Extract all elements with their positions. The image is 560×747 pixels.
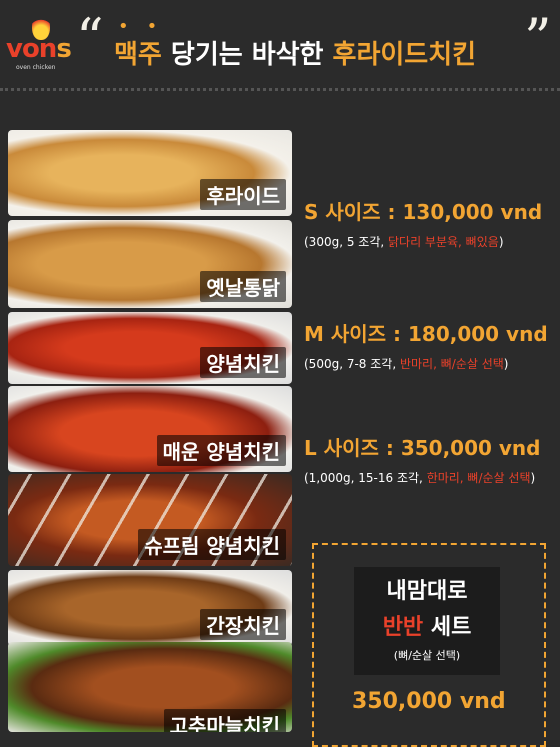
set-card: 내맘대로 반반 세트 (뼈/순살 선택) <box>354 567 500 675</box>
dotted-divider <box>0 88 560 91</box>
menu-item-label: 간장치킨 <box>200 609 286 640</box>
size-detail: (500g, 7-8 조각, 반마리, 뼈/순살 선택) <box>304 357 509 371</box>
size-option-s: S 사이즈 : 130,000 vnd (300g, 5 조각, 닭다리 부분육… <box>304 196 542 250</box>
logo-subtext: oven chicken <box>16 64 56 71</box>
menu-item-soy[interactable]: 간장치킨 <box>8 570 292 646</box>
menu-image-column: 후라이드 옛날통닭 양념치킨 매운 양념치킨 슈프림 양념치킨 간장치킨 고추마… <box>8 130 292 732</box>
page-headline: 맥주 당기는 바삭한 후라이드치킨 <box>114 34 476 71</box>
size-option-m: M 사이즈 : 180,000 vnd (500g, 7-8 조각, 반마리, … <box>304 318 548 372</box>
close-quote-mark: ” <box>524 7 552 70</box>
menu-item-label: 후라이드 <box>200 179 286 210</box>
size-title: M 사이즈 : 180,000 vnd <box>304 322 548 346</box>
open-quote-mark: “ <box>76 7 104 70</box>
size-title: S 사이즈 : 130,000 vnd <box>304 200 543 224</box>
menu-item-pepper-garlic[interactable]: 고추마늘치킨 <box>8 642 292 732</box>
menu-item-label: 매운 양념치킨 <box>156 435 286 466</box>
set-price: 350,000 vnd <box>352 689 506 714</box>
logo-wordmark: vons <box>6 34 72 64</box>
headline-beer: 맥주 <box>114 40 162 70</box>
menu-item-label: 슈프림 양념치킨 <box>138 529 286 560</box>
menu-item-supreme-seasoned[interactable]: 슈프림 양념치킨 <box>8 474 292 566</box>
menu-item-seasoned[interactable]: 양념치킨 <box>8 312 292 384</box>
headline-middle: 당기는 바삭한 <box>170 40 324 70</box>
set-line1: 내맘대로 <box>386 579 468 604</box>
headline-highlight: 후라이드치킨 <box>332 40 477 70</box>
brand-logo: vons oven chicken <box>6 14 72 71</box>
menu-item-spicy-seasoned[interactable]: 매운 양념치킨 <box>8 386 292 472</box>
menu-item-label: 고추마늘치킨 <box>163 709 286 732</box>
menu-item-label: 양념치킨 <box>200 347 286 378</box>
menu-item-label: 옛날통닭 <box>200 271 286 302</box>
set-line3: (뼈/순살 선택) <box>393 649 461 662</box>
size-option-l: L 사이즈 : 350,000 vnd (1,000g, 15-16 조각, 한… <box>304 432 540 486</box>
size-detail: (300g, 5 조각, 닭다리 부분육, 뼈있음) <box>304 235 504 249</box>
size-detail: (1,000g, 15-16 조각, 한마리, 뼈/순살 선택) <box>304 471 536 485</box>
menu-item-fried[interactable]: 후라이드 <box>8 130 292 216</box>
size-title: L 사이즈 : 350,000 vnd <box>304 436 541 460</box>
menu-item-old-style[interactable]: 옛날통닭 <box>8 220 292 308</box>
set-line2: 반반 세트 <box>382 615 472 640</box>
half-half-set-box: 내맘대로 반반 세트 (뼈/순살 선택) 350,000 vnd <box>312 543 546 747</box>
